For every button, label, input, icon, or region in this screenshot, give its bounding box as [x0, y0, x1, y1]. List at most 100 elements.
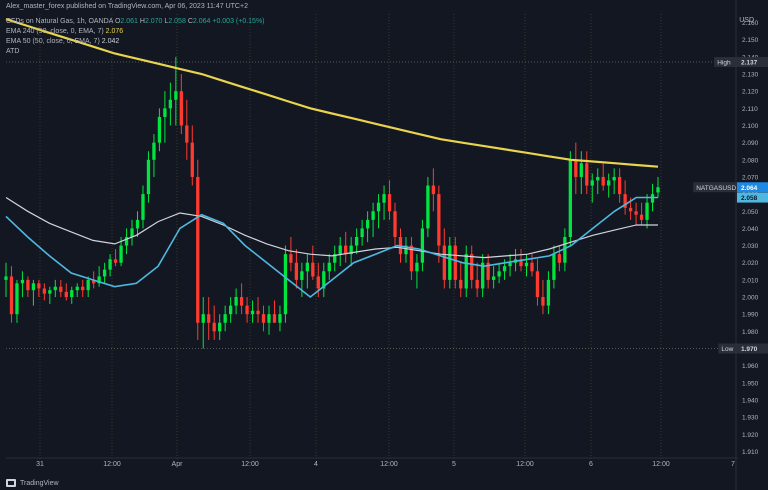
price-tick-label: 2.050: [742, 209, 759, 216]
candle-body: [579, 163, 583, 177]
candle-body: [382, 194, 386, 203]
time-tick-label: 12:00: [652, 461, 670, 468]
candle-body: [524, 262, 529, 267]
legend-symbol-title: CFDs on Natural Gas, 1h, OANDA: [6, 18, 113, 25]
candle-body: [245, 305, 249, 315]
publisher-line: Alex_master_forex published on TradingVi…: [6, 3, 248, 10]
footer-brand-text: TradingView: [20, 479, 59, 487]
legend-ema50-value: 2.042: [101, 38, 120, 45]
candle-body: [568, 159, 572, 237]
candle-body: [75, 286, 79, 291]
candle-body: [179, 91, 183, 126]
candle-body: [530, 262, 534, 272]
price-tick-label: 2.020: [742, 260, 759, 267]
candle-body: [9, 276, 14, 315]
candles: [4, 56, 660, 349]
chart-legend: CFDs on Natural Gas, 1h, OANDA O2.061 H2…: [6, 17, 265, 57]
candle-body: [163, 108, 167, 117]
grid-lines: [6, 14, 728, 460]
candle-body: [645, 202, 649, 220]
candle-body: [552, 254, 556, 280]
chart-root: 2.1602.1502.1402.1302.1202.1102.1002.090…: [0, 0, 768, 490]
time-tick-label: 12:00: [516, 461, 534, 468]
candle-body: [316, 276, 320, 289]
candle-body: [146, 159, 151, 195]
legend-ema50-label: EMA: [6, 38, 21, 45]
time-axis[interactable]: 31 12:00 Apr 12:00 4 12:00 5 12:00 6 12:00 7: [6, 457, 738, 468]
candle-body: [141, 194, 145, 220]
price-tick-label: 2.090: [742, 140, 759, 147]
candle-body: [86, 279, 90, 291]
candle-body: [152, 142, 156, 160]
candle-body: [387, 194, 392, 212]
price-tick-label: 2.000: [742, 295, 759, 302]
price-tick-label: 1.930: [742, 415, 759, 422]
candle-body: [37, 283, 41, 289]
candle-body: [453, 245, 457, 280]
price-tick-label: 1.940: [742, 397, 759, 404]
candle-body: [338, 245, 342, 255]
candle-body: [639, 214, 644, 220]
ema-marker-value: 2.058: [741, 195, 758, 202]
time-tick-label: Apr: [172, 461, 184, 468]
low-marker-label: Low: [721, 346, 733, 353]
candle-body: [365, 219, 370, 229]
candle-body: [475, 279, 479, 289]
candle-body: [634, 211, 638, 215]
candle-body: [294, 262, 299, 280]
candle-body: [113, 259, 118, 263]
candle-body: [135, 219, 140, 229]
price-axis[interactable]: 2.1602.1502.1402.1302.1202.1102.1002.090…: [735, 0, 759, 490]
time-tick-label: 12:00: [380, 461, 398, 468]
candle-body: [283, 254, 288, 315]
price-chart[interactable]: 2.1602.1502.1402.1302.1202.1102.1002.090…: [0, 0, 768, 490]
footer-brand[interactable]: TradingView: [6, 479, 59, 487]
candle-body: [442, 245, 446, 280]
candle-body: [300, 271, 304, 280]
time-tick-label: 12:00: [103, 461, 121, 468]
price-tick-label: 1.980: [742, 329, 759, 336]
candle-body: [371, 211, 375, 220]
candle-body: [212, 322, 216, 332]
candle-body: [607, 180, 611, 186]
time-tick-label: 4: [314, 461, 318, 468]
candle-body: [355, 237, 359, 246]
candle-body: [557, 254, 562, 263]
candle-body: [48, 290, 52, 294]
price-tick-label: 1.920: [742, 432, 759, 439]
candle-body: [590, 180, 594, 186]
candle-body: [596, 176, 600, 181]
legend-ema50-row[interactable]: EMA 50 (50, close, 0, EMA, 7) 2.042: [6, 37, 265, 47]
candle-body: [305, 262, 309, 272]
candle-body: [289, 254, 293, 263]
time-tick-label: 31: [36, 461, 44, 468]
legend-ema240-row[interactable]: EMA 240 (50, close, 0, EMA, 7) 2.076: [6, 27, 265, 37]
price-unit-label: USD: [739, 17, 754, 24]
candle-body: [201, 314, 205, 323]
candle-body: [426, 185, 430, 229]
candle-body: [250, 310, 255, 315]
price-tick-label: 1.990: [742, 312, 759, 319]
price-tick-label: 2.110: [742, 106, 758, 113]
candle-body: [311, 262, 315, 277]
candle-body: [119, 245, 123, 263]
candle-body: [612, 176, 616, 181]
ema-slow-line: [5, 196, 658, 259]
candle-body: [415, 262, 419, 272]
candle-body: [15, 283, 19, 315]
candle-body: [26, 279, 30, 291]
legend-symbol-row[interactable]: CFDs on Natural Gas, 1h, OANDA O2.061 H2…: [6, 17, 265, 27]
legend-atd-row[interactable]: ATD: [6, 47, 265, 57]
symbol-marker-value: 2.064: [741, 185, 758, 192]
candle-body: [157, 116, 162, 143]
high-marker-value: 2.137: [741, 60, 758, 67]
ema50-line: [5, 196, 658, 299]
candle-body: [190, 142, 194, 177]
price-markers: 2.137 High 1.970 Low 2.064 NATGASUSD 2.058: [693, 57, 768, 354]
candle-body: [546, 279, 551, 306]
candle-body: [256, 310, 260, 315]
candle-body: [574, 159, 578, 177]
candle-body: [108, 259, 112, 270]
candle-body: [261, 314, 266, 323]
candle-body: [4, 276, 8, 280]
